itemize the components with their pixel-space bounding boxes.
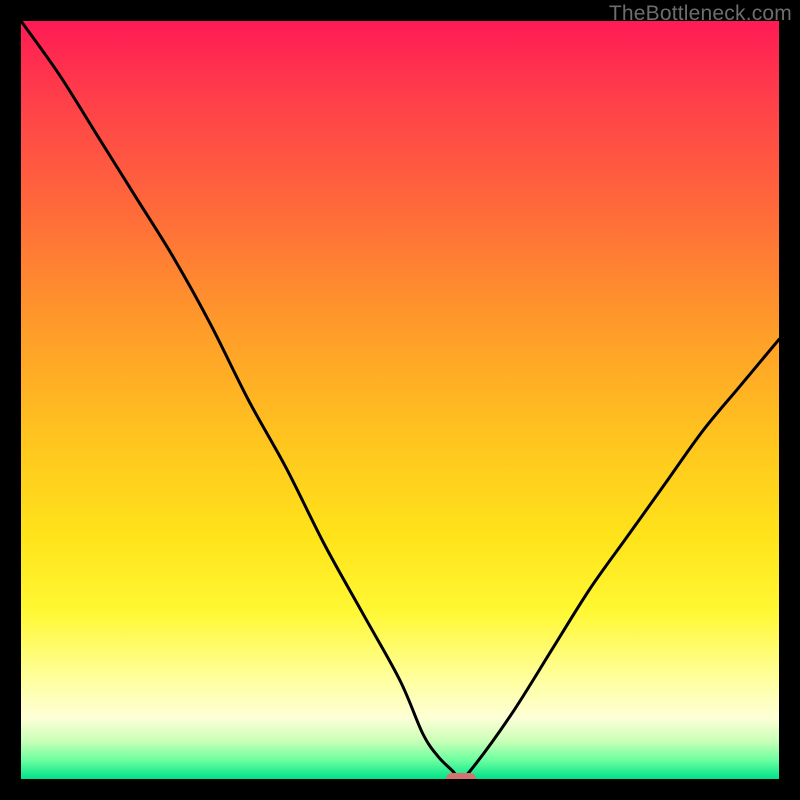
chart-container: TheBottleneck.com	[0, 0, 800, 800]
bottleneck-curve	[21, 21, 779, 779]
plot-area	[21, 21, 779, 779]
bottleneck-marker	[446, 773, 476, 779]
